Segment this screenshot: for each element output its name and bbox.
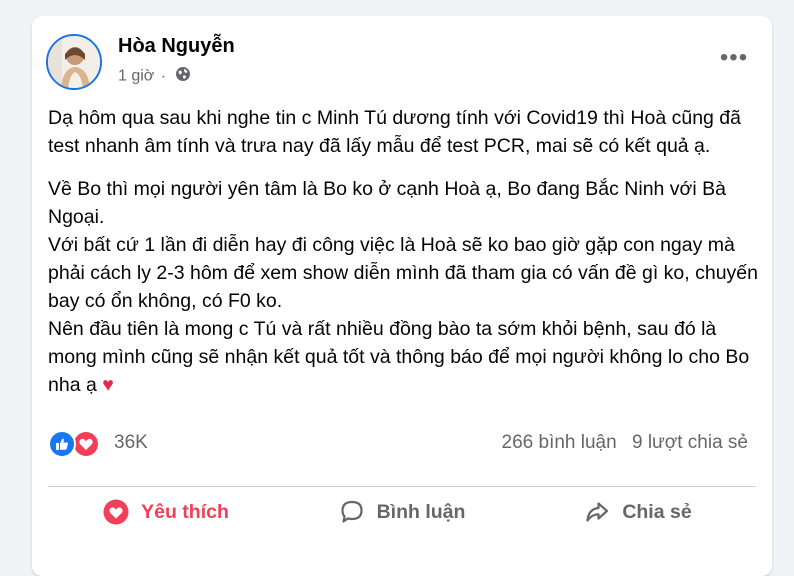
- globe-icon[interactable]: [175, 66, 191, 87]
- action-bar: Yêu thích Bình luận Chia sẻ: [48, 490, 756, 534]
- post-paragraph: Với bất cứ 1 lần đi diễn hay đi công việ…: [48, 234, 758, 312]
- post-paragraph-last: Nên đầu tiên là mong c Tú và rất nhiều đ…: [48, 315, 758, 399]
- engagement-stats: 266 bình luận 9 lượt chia sẻ: [502, 432, 748, 454]
- comment-button[interactable]: Bình luận: [284, 490, 520, 534]
- heart-emoji-icon: ♥: [102, 374, 114, 396]
- avatar[interactable]: [46, 34, 102, 90]
- post-paragraph: Về Bo thì mọi người yên tâm là Bo ko ở c…: [48, 178, 726, 228]
- like-button-label: Yêu thích: [141, 500, 229, 523]
- author-name[interactable]: Hòa Nguyễn: [118, 35, 235, 58]
- post-paragraph: Nên đầu tiên là mong c Tú và rất nhiều đ…: [48, 318, 750, 396]
- reaction-icons[interactable]: [48, 428, 104, 460]
- comment-button-label: Bình luận: [376, 500, 466, 523]
- post-header: Hòa Nguyễn 1 giờ · •••: [46, 34, 758, 94]
- more-options-icon[interactable]: •••: [716, 46, 752, 78]
- post-time[interactable]: 1 giờ: [118, 68, 154, 85]
- post-meta: 1 giờ ·: [118, 66, 191, 87]
- share-count[interactable]: 9 lượt chia sẻ: [632, 432, 748, 453]
- love-reaction-icon: [72, 430, 100, 458]
- share-button-label: Chia sẻ: [622, 500, 692, 523]
- post-text: Dạ hôm qua sau khi nghe tin c Minh Tú dư…: [48, 104, 758, 399]
- comment-icon: [339, 499, 365, 525]
- reaction-bar: 36K 266 bình luận 9 lượt chia sẻ: [48, 428, 748, 460]
- reaction-count[interactable]: 36K: [114, 432, 148, 454]
- share-button[interactable]: Chia sẻ: [520, 490, 756, 534]
- love-reaction-icon: [103, 499, 129, 525]
- divider: [48, 486, 756, 487]
- meta-separator: ·: [160, 67, 167, 85]
- like-reaction-icon: [48, 430, 76, 458]
- avatar-photo: [48, 36, 100, 88]
- comment-count[interactable]: 266 bình luận: [502, 432, 617, 453]
- share-icon: [584, 499, 610, 525]
- post-paragraph: Dạ hôm qua sau khi nghe tin c Minh Tú dư…: [48, 107, 742, 157]
- like-button[interactable]: Yêu thích: [48, 490, 284, 534]
- post-card: Hòa Nguyễn 1 giờ · ••• Dạ hôm qua sau kh…: [32, 16, 772, 576]
